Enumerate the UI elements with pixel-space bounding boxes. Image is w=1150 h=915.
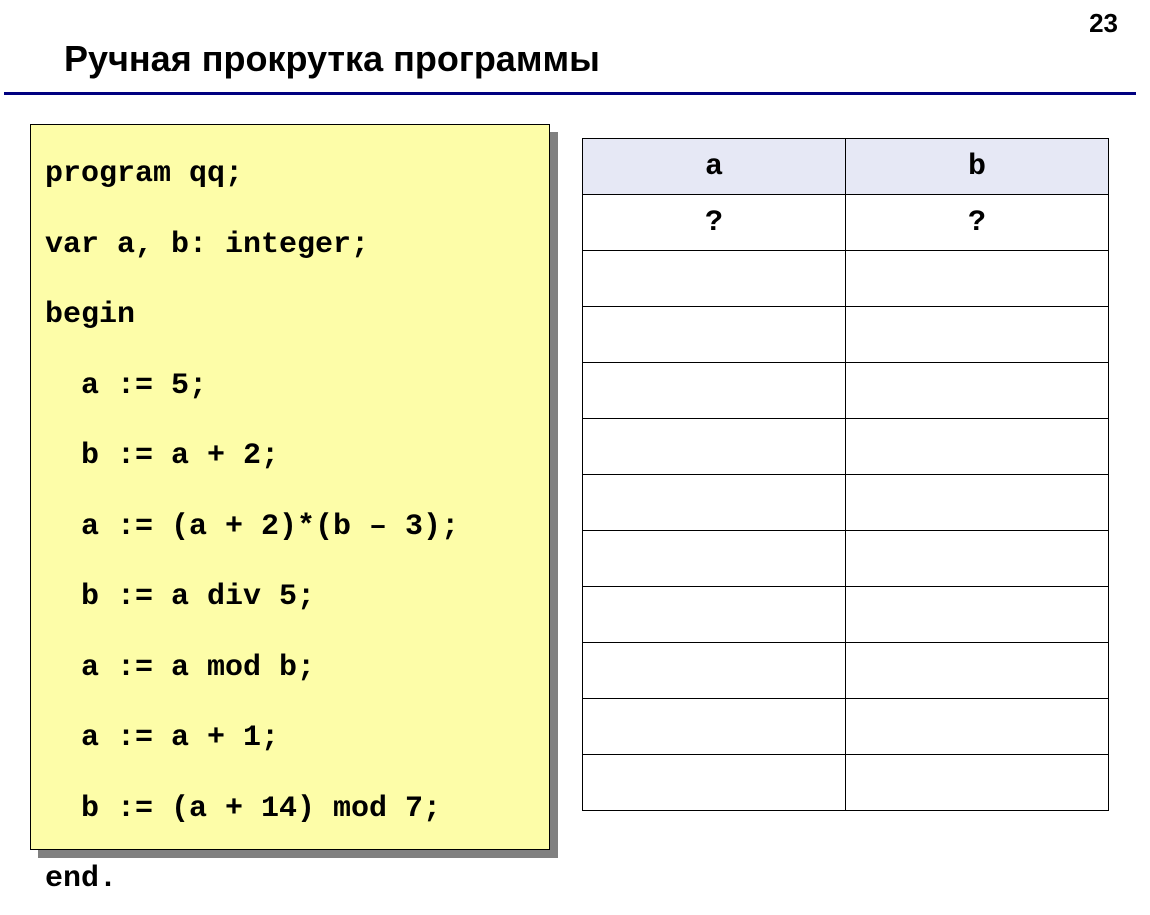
table-row [583, 363, 1109, 419]
table-header-b: b [846, 139, 1109, 195]
table-row [583, 699, 1109, 755]
table-cell [846, 699, 1109, 755]
table-cell [583, 363, 846, 419]
table-cell [846, 419, 1109, 475]
table-row [583, 531, 1109, 587]
table-cell [583, 587, 846, 643]
table-row [583, 251, 1109, 307]
slide-heading: Ручная прокрутка программы [64, 38, 600, 80]
table-row [583, 587, 1109, 643]
table-header-row: a b [583, 139, 1109, 195]
table-cell [583, 475, 846, 531]
table-row [583, 755, 1109, 811]
table-cell [846, 643, 1109, 699]
table-cell [583, 755, 846, 811]
table-header-a: a [583, 139, 846, 195]
code-block: program qq; var a, b: integer; begin a :… [30, 124, 550, 850]
table-cell [583, 531, 846, 587]
page-number: 23 [1089, 8, 1118, 39]
heading-underline [4, 92, 1136, 95]
table-cell: ? [583, 195, 846, 251]
table-cell [846, 755, 1109, 811]
table-cell [846, 307, 1109, 363]
table-cell [846, 475, 1109, 531]
table-row: ? ? [583, 195, 1109, 251]
table-cell [583, 699, 846, 755]
table-cell [846, 587, 1109, 643]
table-cell [846, 251, 1109, 307]
table-row [583, 475, 1109, 531]
table-cell [846, 531, 1109, 587]
table-row [583, 419, 1109, 475]
table-cell [583, 643, 846, 699]
table-cell [583, 419, 846, 475]
table-cell [583, 307, 846, 363]
table-row [583, 643, 1109, 699]
table-row [583, 307, 1109, 363]
trace-table: a b ? ? [582, 138, 1109, 811]
code-block-wrap: program qq; var a, b: integer; begin a :… [30, 124, 550, 850]
table-cell: ? [846, 195, 1109, 251]
table-cell [583, 251, 846, 307]
table-cell [846, 363, 1109, 419]
